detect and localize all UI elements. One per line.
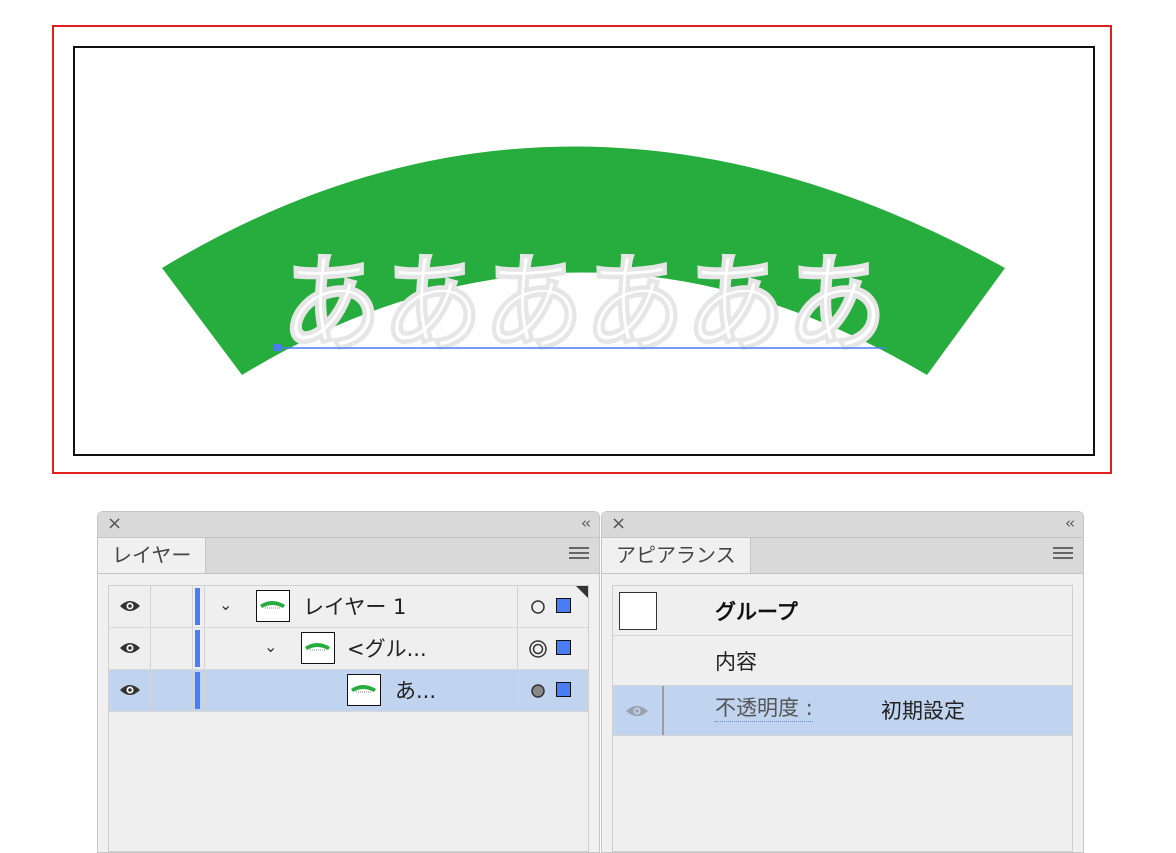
visibility-toggle[interactable] [109,628,151,669]
appearance-header-row: グループ [613,586,1072,636]
layer-color-bar [195,672,200,709]
selection-square[interactable] [556,640,571,655]
eye-icon [120,643,140,653]
close-icon[interactable]: × [611,513,626,534]
glyph: ああああああ [281,243,887,368]
appearance-title: グループ [715,600,798,624]
lock-toggle[interactable] [151,628,193,669]
layers-tab-row: レイヤー [98,538,599,574]
appearance-tab-row: アピアランス [602,538,1083,574]
close-icon[interactable]: × [107,513,122,534]
eye-icon [120,601,140,611]
text-object-name[interactable]: あ... [395,675,436,705]
canvas-art[interactable]: ああああああ [0,0,1176,480]
collapse-icon[interactable]: ‹‹ [581,514,591,532]
group-name[interactable]: <グル... [347,633,427,663]
collapse-icon[interactable]: ‹‹ [1065,514,1075,532]
opacity-row[interactable]: 不透明度 : 初期設定 [613,686,1072,736]
tab-appearance[interactable]: アピアランス [602,538,751,573]
panel-menu-icon[interactable] [569,547,589,563]
opacity-value: 初期設定 [881,699,965,723]
group-thumbnail [301,632,335,664]
text-thumbnail [347,674,381,706]
layers-titlebar: × ‹‹ [98,512,599,538]
appearance-swatch [619,592,657,630]
visibility-toggle[interactable] [109,670,151,711]
target-circle-icon[interactable] [530,599,546,615]
chevron-down-icon[interactable]: ⌄ [219,595,232,614]
eye-icon[interactable] [625,704,649,718]
eye-icon [120,685,140,695]
appearance-panel: × ‹‹ アピアランス グループ 内容 不透明度 : 初期設定 [601,511,1084,853]
opacity-label-link[interactable]: 不透明度 : [715,695,813,722]
chevron-down-icon[interactable]: ⌄ [264,637,277,656]
selection-square[interactable] [556,598,571,613]
layer-color-bar [195,630,200,667]
corner-marker [576,586,588,598]
lock-toggle[interactable] [151,586,193,627]
layers-list: ⌄ レイヤー 1 ⌄ <グル... あ... [108,585,589,852]
layer-color-bar [195,588,200,625]
tab-layers[interactable]: レイヤー [98,538,207,573]
target-double-circle-icon[interactable] [529,640,547,658]
contents-label[interactable]: 内容 [715,646,757,676]
visibility-toggle[interactable] [109,586,151,627]
layer-name[interactable]: レイヤー 1 [303,591,406,621]
layer-thumbnail [256,590,290,622]
layer-row-group[interactable]: ⌄ <グル... [109,628,588,670]
layer-row-layer1[interactable]: ⌄ レイヤー 1 [109,586,588,628]
anchor-point [274,344,281,351]
layers-panel: × ‹‹ レイヤー ⌄ レイヤー 1 ⌄ <グル... あ... [97,511,600,853]
panel-menu-icon[interactable] [1053,547,1073,563]
target-filled-circle-icon[interactable] [530,683,546,699]
lock-toggle[interactable] [151,670,193,711]
layer-row-text[interactable]: あ... [109,670,588,712]
arc-text-glyphs: ああああああ [280,242,887,368]
appearance-titlebar: × ‹‹ [602,512,1083,538]
selection-square[interactable] [556,682,571,697]
contents-row[interactable]: 内容 [613,636,1072,686]
appearance-list: グループ 内容 不透明度 : 初期設定 [612,585,1073,852]
